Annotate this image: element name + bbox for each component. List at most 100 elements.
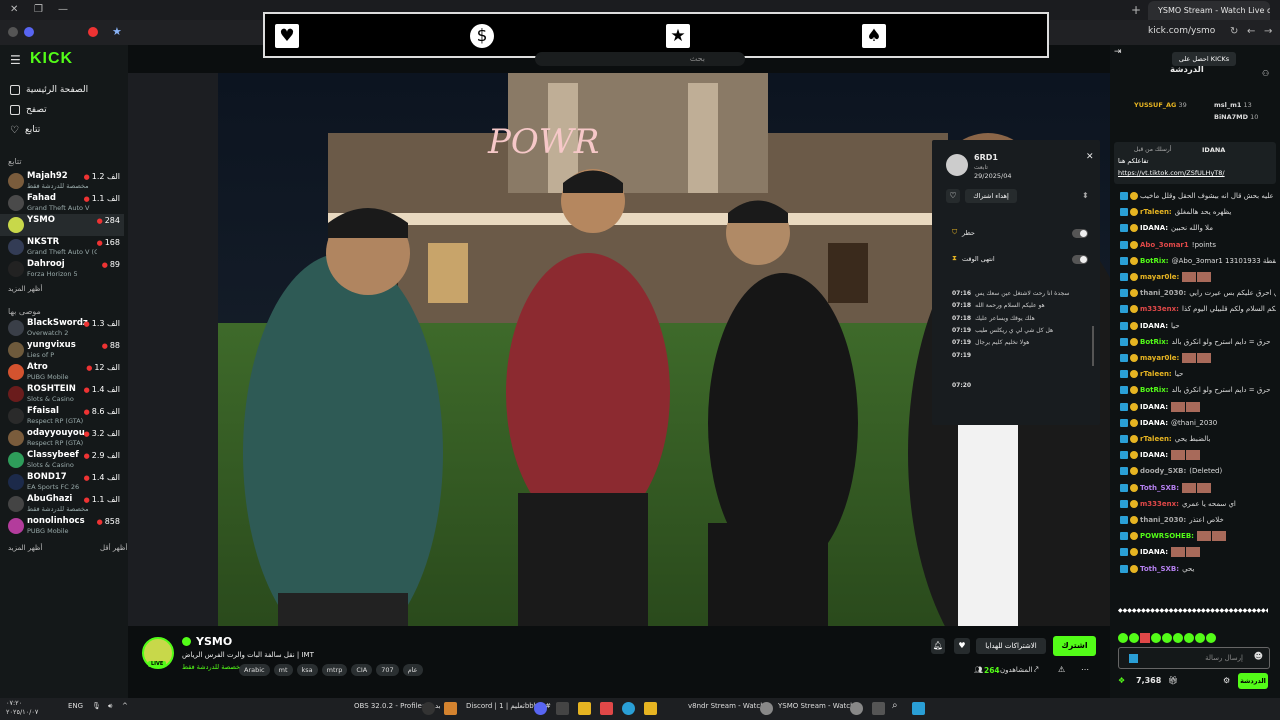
chat-message[interactable]: IDANA: @thani_2030 bbox=[1120, 417, 1276, 429]
chat-message[interactable]: rTaleen: بالضبط يحي bbox=[1120, 433, 1276, 445]
minimize-window-icon[interactable]: — bbox=[58, 4, 68, 15]
sidebar-channel[interactable]: odayyouyouRespect RP (GTA)3.2 الف bbox=[0, 427, 124, 449]
stream-tag[interactable]: عام bbox=[402, 664, 423, 676]
sidebar-channel[interactable]: AbuGhaziمخصصة للدردشة فقط1.1 الف bbox=[0, 493, 124, 515]
bell-icon[interactable]: 🔔︎ bbox=[931, 638, 945, 654]
chat-username[interactable]: IDANA: bbox=[1140, 419, 1168, 427]
chat-message[interactable]: m333enx: اي سمحه يا عمري bbox=[1120, 498, 1276, 510]
report-icon[interactable]: ⚠ bbox=[1058, 665, 1065, 674]
browser-icon[interactable] bbox=[760, 702, 773, 715]
collapse-chat-icon[interactable]: ⇥ bbox=[1114, 47, 1122, 57]
heart-icon[interactable]: ♡ bbox=[946, 189, 960, 203]
gift-sub-button[interactable]: إهداء اشتراك bbox=[965, 189, 1017, 203]
chat-message[interactable]: POWRSOHEB: bbox=[1120, 530, 1276, 542]
chat-username[interactable]: rTaleen: bbox=[1140, 208, 1172, 216]
chat-message[interactable]: Abo_3omar1 !points bbox=[1120, 239, 1276, 251]
mic-icon[interactable]: 🎙︎ bbox=[92, 702, 101, 710]
restore-window-icon[interactable]: ❐ bbox=[34, 4, 43, 15]
extension-red-icon[interactable] bbox=[88, 27, 98, 37]
sidebar-channel[interactable]: BlackSwordzOverwatch 2 1.3 الف bbox=[0, 317, 124, 339]
get-kicks-button[interactable]: احصل على KICKs bbox=[1172, 52, 1236, 66]
language-indicator[interactable]: ENG bbox=[68, 702, 83, 710]
emoji-icon[interactable]: ☻ bbox=[1254, 652, 1263, 662]
pin-icon[interactable]: ⬍ bbox=[1082, 191, 1089, 200]
scrollbar[interactable] bbox=[1092, 326, 1094, 366]
sidebar-channel[interactable]: DahroojForza Horizon 5 89 bbox=[0, 258, 124, 280]
chat-username[interactable]: Toth_SXB: bbox=[1140, 484, 1179, 492]
chat-username[interactable]: Abo_3omar1 bbox=[1140, 241, 1189, 249]
gift-icon[interactable]: 🎁︎ bbox=[1168, 676, 1178, 685]
chat-message[interactable]: IDANA: bbox=[1120, 546, 1276, 558]
chat-username[interactable]: IDANA: bbox=[1140, 548, 1168, 556]
chat-message[interactable]: rTaleen: يظهره يحد هالمغلق bbox=[1120, 206, 1276, 218]
reload-icon[interactable]: ↻ bbox=[1230, 26, 1238, 37]
chat-username[interactable]: BotRix: bbox=[1140, 257, 1169, 265]
back-icon[interactable]: ← bbox=[1247, 26, 1255, 37]
stream-tag[interactable]: ksa bbox=[296, 664, 318, 676]
app-icon[interactable] bbox=[578, 702, 591, 715]
windows-start-icon[interactable] bbox=[912, 702, 925, 715]
ban-toggle[interactable] bbox=[1072, 229, 1088, 238]
chat-message[interactable]: IDANA: ملا والله نحبين bbox=[1120, 222, 1276, 234]
sidebar-channel[interactable]: yungvixusLies of P 88 bbox=[0, 339, 124, 361]
chat-message[interactable]: IDANA: حيا bbox=[1120, 320, 1276, 332]
chat-username[interactable]: IDANA: bbox=[1140, 403, 1168, 411]
sidebar-channel[interactable]: ROSHTEINSlots & Casino 1.4 الف bbox=[0, 383, 124, 405]
stream-category[interactable]: مخصصة للدردشة فقط bbox=[182, 663, 244, 671]
search-input[interactable]: بحث bbox=[535, 52, 745, 66]
taskbar-item-stream[interactable]: v8ndr Stream - Watch L bbox=[688, 702, 771, 710]
app-icon[interactable] bbox=[556, 702, 569, 715]
sidebar-channel[interactable]: nonolinhocsPUBG Mobile 858 bbox=[0, 515, 124, 537]
browser-icon[interactable] bbox=[850, 702, 863, 715]
chat-username[interactable]: IDANA: bbox=[1140, 224, 1168, 232]
chat-username[interactable]: POWRSOHEB: bbox=[1140, 532, 1194, 540]
chat-message[interactable]: mayar0le: bbox=[1120, 352, 1276, 364]
chat-message[interactable]: يضرونه سحبت عليه بحش قال انه بيشوف الحقل… bbox=[1120, 190, 1276, 202]
chat-username[interactable]: mayar0le: bbox=[1140, 273, 1179, 281]
active-tab[interactable]: YSMO Stream - Watch Live on bbox=[1148, 1, 1270, 20]
sidebar-channel[interactable]: BOND17EA Sports FC 26 1.4 الف bbox=[0, 471, 124, 493]
show-more-recommended[interactable]: أظهر المزيد bbox=[8, 544, 42, 552]
extension-icon[interactable] bbox=[24, 27, 34, 37]
chat-username[interactable]: mayar0le: bbox=[1140, 354, 1179, 362]
sidebar-channel[interactable]: AtroPUBG Mobile 12 الف bbox=[0, 361, 124, 383]
chat-username[interactable]: Toth_SXB: bbox=[1140, 565, 1179, 573]
channel-name[interactable]: YSMO bbox=[196, 635, 232, 648]
sidebar-channel[interactable]: FfaisalRespect RP (GTA)8.6 الف bbox=[0, 405, 124, 427]
app-icon[interactable] bbox=[444, 702, 457, 715]
share-icon[interactable]: ⤤ bbox=[1034, 665, 1039, 675]
chat-username[interactable]: doody_SXB: bbox=[1140, 467, 1186, 475]
chat-message[interactable]: doody_SXB: (Deleted) bbox=[1120, 465, 1276, 477]
chat-message[interactable]: Toth_SXB: bbox=[1120, 482, 1276, 494]
chat-username[interactable]: thani_2030: bbox=[1140, 516, 1186, 524]
taskbar-item-ysmo[interactable]: YSMO Stream - Watch L bbox=[778, 702, 861, 710]
brave-icon[interactable] bbox=[600, 702, 613, 715]
folder-icon[interactable] bbox=[644, 702, 657, 715]
sidebar-channel[interactable]: ClassybeefSlots & Casino 2.9 الف bbox=[0, 449, 124, 471]
chat-message[interactable]: Toth_SXB: يحي bbox=[1120, 563, 1276, 575]
pinned-link[interactable]: https://vt.tiktok.com/ZSfULHyT8/ bbox=[1118, 169, 1225, 177]
stream-tag[interactable]: mt bbox=[273, 664, 293, 676]
chat-username[interactable]: BotRix: bbox=[1140, 338, 1169, 346]
discord-icon[interactable] bbox=[534, 702, 547, 715]
kick-logo[interactable]: KICK bbox=[30, 50, 73, 68]
nav-home[interactable]: الصفحة الرئيسية bbox=[0, 80, 128, 100]
sidebar-channel[interactable]: Majah92مخصصة للدردشة فقط1.2 الف bbox=[0, 170, 124, 192]
chat-message[interactable]: IDANA: bbox=[1120, 449, 1276, 461]
stream-tag[interactable]: CIA bbox=[351, 664, 373, 676]
chat-message[interactable]: BotRix: حرق = دايم استرح ولو انكرق بالد bbox=[1120, 336, 1276, 348]
chat-input[interactable]: إرسال رسالة ☻ bbox=[1118, 647, 1270, 669]
show-less[interactable]: أظهر أقل bbox=[100, 544, 127, 552]
gifter[interactable]: msl_m1 13 bbox=[1214, 101, 1252, 109]
new-tab-icon[interactable]: + bbox=[1131, 3, 1141, 17]
chat-username[interactable]: rTaleen: bbox=[1140, 435, 1172, 443]
settings-icon[interactable]: ⚙ bbox=[1223, 676, 1230, 685]
stream-tag[interactable]: mtrp bbox=[321, 664, 348, 676]
stream-tag[interactable]: 707 bbox=[376, 664, 399, 676]
close-icon[interactable]: ✕ bbox=[1086, 152, 1094, 162]
chat-message[interactable]: m333enx:وعليكم السلام ولكم قلبيلي اليوم … bbox=[1120, 303, 1276, 315]
chat-message[interactable]: thani_2030: خلاص اعتذر bbox=[1120, 514, 1276, 526]
chat-username[interactable]: thani_2030: bbox=[1140, 289, 1186, 297]
chat-username[interactable]: m333enx: bbox=[1140, 305, 1179, 313]
chat-message[interactable]: rTaleen: حيا bbox=[1120, 368, 1276, 380]
